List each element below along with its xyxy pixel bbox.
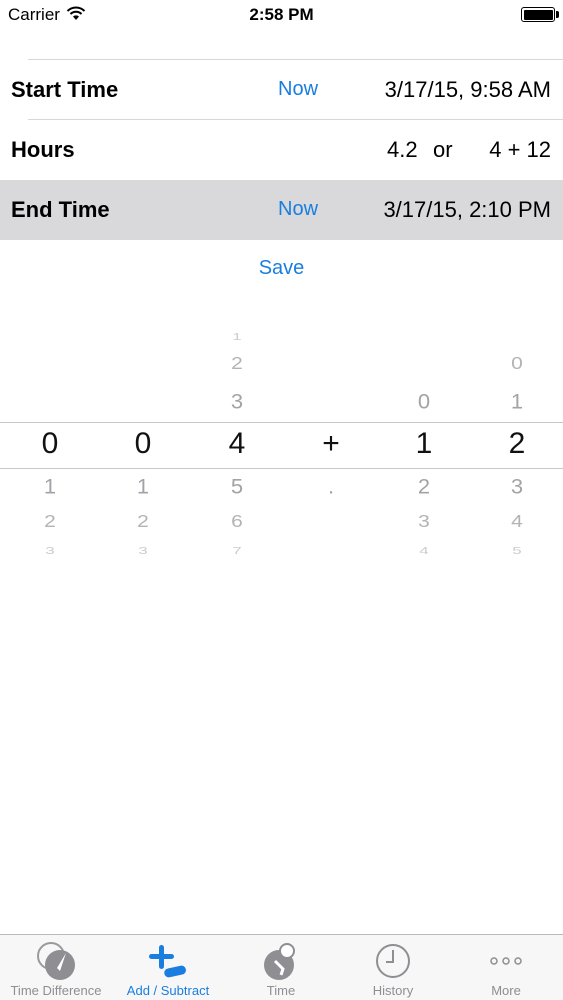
- start-time-now-button[interactable]: Now: [278, 78, 318, 101]
- plus-minus-icon: [149, 945, 186, 978]
- picker-option[interactable]: 1: [113, 474, 173, 499]
- end-time-now-button[interactable]: Now: [278, 198, 318, 221]
- picker-selected-value: 0: [134, 427, 152, 460]
- picker-column[interactable]: 2 1 0 3 4 5: [487, 320, 547, 570]
- picker-selected-value: 0: [41, 427, 59, 460]
- end-time-value: 3/17/15, 2:10 PM: [383, 197, 551, 222]
- tab-label: History: [372, 983, 414, 998]
- tab-label: Add / Subtract: [126, 983, 210, 998]
- start-time-label: Start Time: [11, 77, 119, 102]
- hours-or-text: or: [433, 137, 453, 162]
- picker-option[interactable]: 5: [487, 545, 547, 557]
- tab-label: More: [491, 983, 521, 998]
- picker-selected-value: 1: [415, 427, 433, 460]
- save-button[interactable]: Save: [0, 257, 563, 280]
- tab-more[interactable]: More: [450, 935, 562, 1000]
- picker-selected-value: +: [322, 427, 340, 460]
- hours-label: Hours: [11, 137, 75, 162]
- clock-compass-icon: [37, 942, 75, 980]
- picker-option[interactable]: 2: [394, 474, 454, 499]
- end-time-label: End Time: [11, 197, 110, 222]
- picker-column[interactable]: 0 1 2 3: [113, 320, 173, 570]
- picker-option[interactable]: 6: [207, 512, 267, 532]
- picker-column[interactable]: 4 3 2 1 5 6 7: [207, 320, 267, 570]
- picker-option[interactable]: 0: [487, 354, 547, 374]
- picker-option[interactable]: 7: [207, 545, 267, 557]
- picker-option[interactable]: 2: [113, 512, 173, 532]
- picker-selection-top-line: [0, 422, 563, 423]
- picker-option[interactable]: 3: [394, 512, 454, 532]
- picker-option[interactable]: 3: [113, 545, 173, 557]
- clock-person-icon: [264, 943, 295, 980]
- end-time-row[interactable]: End Time Now 3/17/15, 2:10 PM: [0, 180, 563, 240]
- picker-option[interactable]: 3: [207, 389, 267, 414]
- tab-label: Time: [266, 983, 296, 998]
- history-clock-icon: [376, 944, 410, 978]
- battery-icon: [521, 7, 555, 22]
- picker-option[interactable]: 1: [207, 331, 267, 343]
- picker-option[interactable]: 0: [394, 389, 454, 414]
- picker-option[interactable]: .: [301, 474, 361, 499]
- battery-tip: [556, 11, 559, 18]
- picker-column[interactable]: 1 0 2 3 4: [394, 320, 454, 570]
- picker-option[interactable]: 4: [394, 545, 454, 557]
- start-time-value: 3/17/15, 9:58 AM: [384, 77, 551, 102]
- picker-option[interactable]: 2: [20, 512, 80, 532]
- picker-option[interactable]: 5: [207, 474, 267, 499]
- hours-picker[interactable]: 0 1 2 3 0 1 2 3 4 3 2 1 5 6 7 +. 1 0 2 3 4 2 1 0 3 4 5: [0, 320, 563, 570]
- tab-time[interactable]: Time: [225, 935, 337, 1000]
- status-time: 2:58 PM: [249, 5, 314, 24]
- picker-option[interactable]: 1: [20, 474, 80, 499]
- more-dots-icon: [490, 957, 522, 965]
- picker-option[interactable]: 3: [487, 474, 547, 499]
- tab-history[interactable]: History: [337, 935, 449, 1000]
- picker-selected-value: 4: [228, 427, 246, 460]
- picker-option[interactable]: 4: [487, 512, 547, 532]
- start-time-row[interactable]: Start Time Now 3/17/15, 9:58 AM: [0, 60, 563, 120]
- tab-bar: Time Difference Add / Subtract Time Hist…: [0, 934, 563, 1000]
- tab-add-subtract[interactable]: Add / Subtract: [112, 935, 224, 1000]
- picker-option[interactable]: 1: [487, 389, 547, 414]
- tab-label: Time Difference: [10, 983, 102, 998]
- status-bar: Carrier 2:58 PM: [0, 0, 563, 30]
- hours-decimal-value: 4.2: [387, 137, 418, 162]
- picker-column[interactable]: +.: [301, 320, 361, 570]
- hours-row[interactable]: Hours 4.2 or 4 + 12: [0, 120, 563, 180]
- tab-time-difference[interactable]: Time Difference: [0, 935, 112, 1000]
- picker-option[interactable]: 2: [207, 354, 267, 374]
- picker-selected-value: 2: [508, 427, 526, 460]
- picker-selection-bottom-line: [0, 468, 563, 469]
- picker-option[interactable]: 3: [20, 545, 80, 557]
- picker-column[interactable]: 0 1 2 3: [20, 320, 80, 570]
- hours-expression-value: 4 + 12: [489, 137, 551, 162]
